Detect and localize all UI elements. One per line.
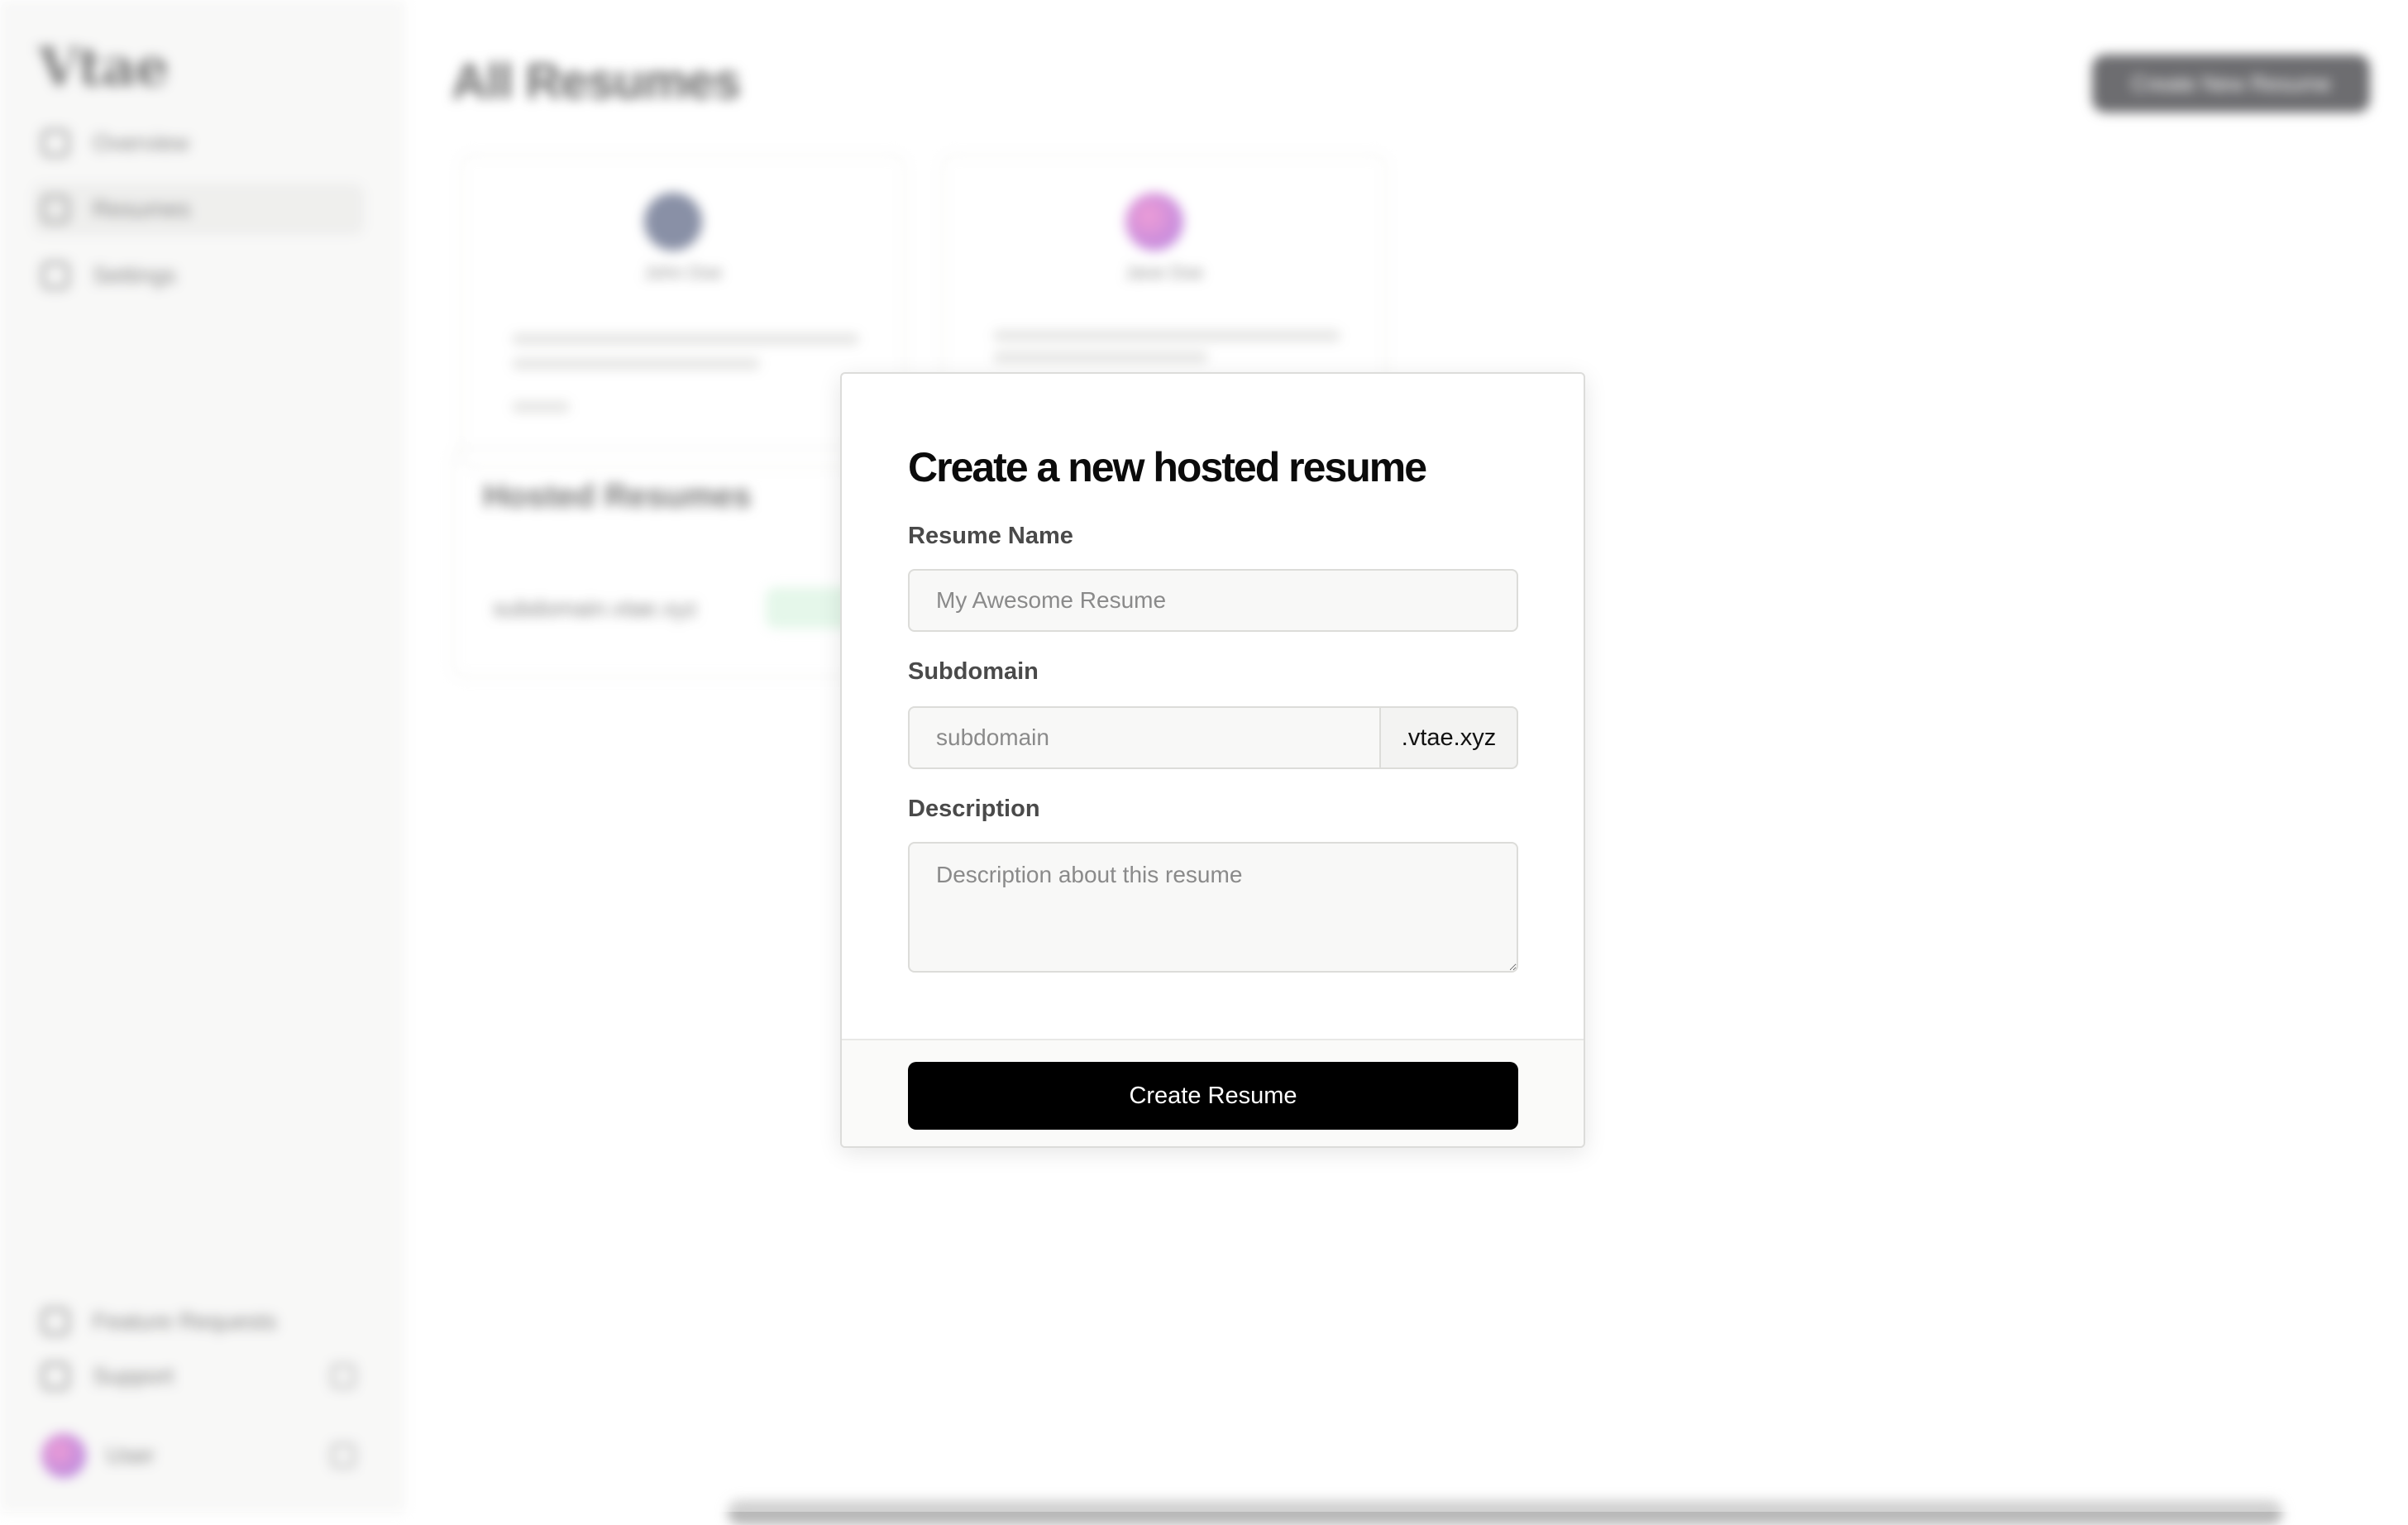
subdomain-input[interactable] (908, 706, 1381, 769)
resume-name-label: Resume Name (908, 523, 1073, 549)
subdomain-field-group: .vtae.xyz (908, 706, 1518, 769)
dialog-title: Create a new hosted resume (908, 444, 1427, 490)
description-textarea[interactable] (908, 842, 1518, 973)
dialog-footer: Create Resume (842, 1039, 1584, 1146)
description-label: Description (908, 796, 1040, 822)
subdomain-label: Subdomain (908, 658, 1039, 685)
resume-name-input[interactable] (908, 569, 1518, 632)
create-resume-dialog: Create a new hosted resume Resume Name S… (840, 372, 1585, 1148)
subdomain-suffix: .vtae.xyz (1381, 706, 1518, 769)
create-resume-button[interactable]: Create Resume (908, 1062, 1518, 1130)
